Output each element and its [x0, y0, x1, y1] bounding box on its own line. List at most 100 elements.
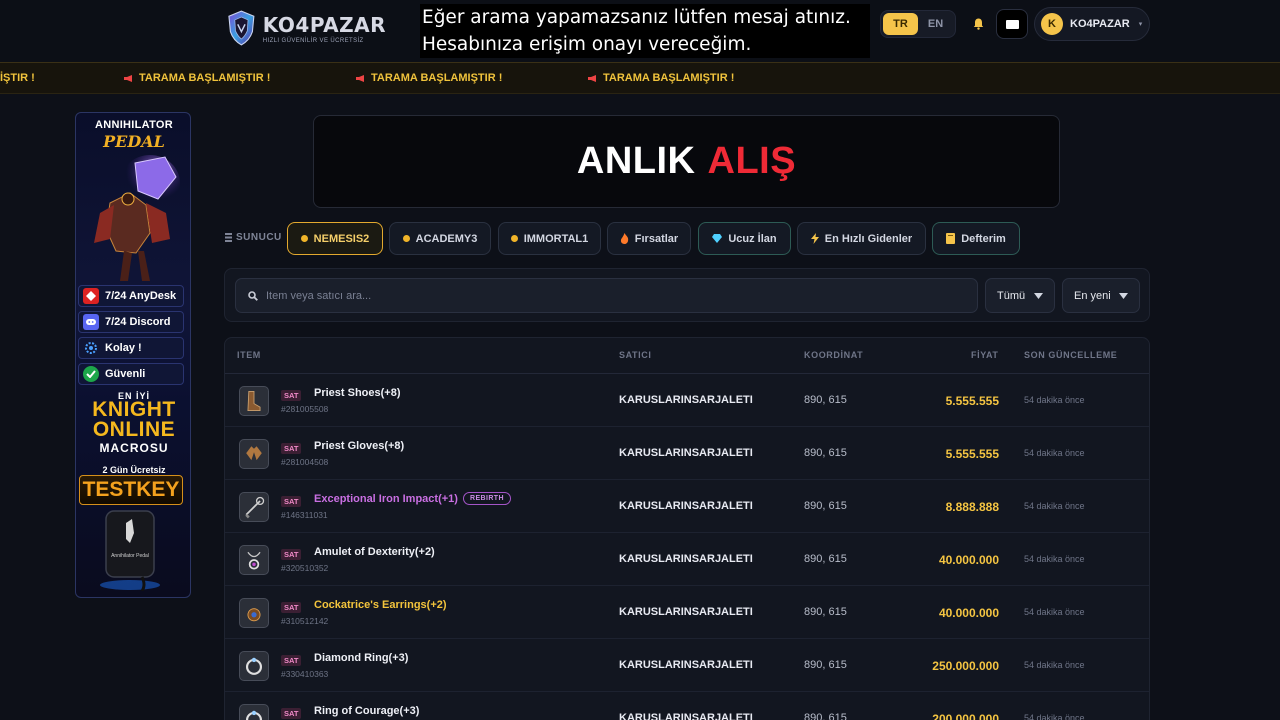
lang-en-button[interactable]: EN [918, 13, 953, 35]
coordinates: 890, 615 [804, 394, 847, 406]
discord-icon [83, 314, 99, 330]
tab-ucuz-ilan[interactable]: Ucuz İlan [698, 222, 791, 255]
filter-panel: Tümü En yeni [224, 268, 1150, 322]
check-icon [83, 366, 99, 382]
item-name[interactable]: Ring of Courage(+3) [314, 705, 419, 717]
item-id: #330410363 [281, 669, 329, 679]
coordinates: 890, 615 [804, 606, 847, 618]
rebirth-tag: REBIRTH [463, 492, 511, 505]
sort-select[interactable]: En yeni [1062, 278, 1140, 313]
seller-name[interactable]: KARUSLARINSARJALETI [619, 447, 753, 459]
hero-banner: ANLIK ALIŞ [313, 115, 1060, 208]
table-row[interactable]: SAT Priest Gloves(+8) #281004508 KARUSLARIN… [225, 427, 1149, 480]
sell-badge: SAT [281, 655, 302, 666]
table-row[interactable]: SAT Diamond Ring(+3) #330410363 KARUSLARINS… [225, 639, 1149, 692]
ticker-item: TARAMA BAŞLAMIŞTIR ! [356, 72, 502, 84]
item-name[interactable]: Diamond Ring(+3) [314, 652, 408, 664]
item-name[interactable]: Cockatrice's Earrings(+2) [314, 599, 447, 611]
seller-name[interactable]: KARUSLARINSARJALETI [619, 553, 753, 565]
side-advertisement[interactable]: ANNIHILATOR PEDAL 7/24 AnyDesk 7/24 Disc… [75, 112, 191, 598]
avatar: K [1041, 13, 1063, 35]
notice-line-2: Hesabınıza erişim onayı vereceğim. [422, 34, 752, 55]
item-name[interactable]: Priest Shoes(+8) [314, 387, 401, 399]
ad-macro: MACROSU [99, 441, 169, 455]
top-header: KO4PAZAR HIZLI GÜVENİLİR VE ÜCRETSİZ Eğe… [0, 0, 1280, 62]
bell-icon[interactable] [968, 14, 988, 34]
seller-name[interactable]: KARUSLARINSARJALETI [619, 394, 753, 406]
ad-warrior-art-icon [94, 155, 180, 281]
notice-line-1: Eğer arama yapamazsanız lütfen mesaj atı… [422, 7, 851, 28]
tab-server-academy3[interactable]: ACADEMY3 [389, 222, 491, 255]
col-coord[interactable]: KOORDİNAT [804, 350, 863, 360]
ad-testkey: TESTKEY [79, 475, 183, 505]
seller-name[interactable]: KARUSLARINSARJALETI [619, 606, 753, 618]
price: 250.000.000 [932, 659, 999, 673]
table-row[interactable]: SAT Cockatrice's Earrings(+2) #310512142 KA… [225, 586, 1149, 639]
item-id: #320510352 [281, 563, 329, 573]
ring-icon [239, 704, 269, 720]
search-input[interactable] [266, 289, 946, 302]
seller-name[interactable]: KARUSLARINSARJALETI [619, 500, 753, 512]
notebook-icon [946, 233, 956, 244]
user-name: KO4PAZAR [1070, 18, 1130, 30]
server-label: SUNUCU [225, 232, 282, 243]
mail-icon[interactable] [996, 9, 1028, 39]
item-name[interactable]: Amulet of Dexterity(+2) [314, 546, 435, 558]
tab-server-nemesis2[interactable]: NEMESIS2 [287, 222, 383, 255]
site-logo[interactable]: KO4PAZAR HIZLI GÜVENİLİR VE ÜCRETSİZ [226, 2, 386, 54]
pedal-device-icon: Annihilator Pedal [100, 510, 160, 591]
shoes-icon [239, 386, 269, 416]
last-updated: 54 dakika önce [1024, 607, 1085, 617]
last-updated: 54 dakika önce [1024, 554, 1085, 564]
tab-server-immortal1[interactable]: IMMORTAL1 [498, 222, 601, 255]
ad-title: ANNIHILATOR [94, 119, 174, 131]
type-select-value: Tümü [997, 289, 1026, 302]
lang-tr-button[interactable]: TR [883, 13, 918, 35]
server-icon [225, 233, 232, 242]
tab-defterim[interactable]: Defterim [932, 222, 1020, 255]
sell-badge: SAT [281, 549, 302, 560]
search-box[interactable] [235, 278, 978, 313]
col-item[interactable]: ITEM [237, 350, 261, 360]
col-updated[interactable]: SON GÜNCELLEME [1024, 350, 1117, 360]
gear-icon [83, 340, 99, 356]
item-name[interactable]: Priest Gloves(+8) [314, 440, 404, 452]
notice-overlay: Eğer arama yapamazsanız lütfen mesaj atı… [420, 4, 870, 58]
lightning-icon [810, 233, 819, 244]
item-name[interactable]: Exceptional Iron Impact(+1) [314, 493, 458, 505]
coordinates: 890, 615 [804, 553, 847, 565]
item-id: #281005508 [281, 404, 329, 414]
ad-badge-discord: 7/24 Discord [78, 311, 184, 333]
logo-subtitle: HIZLI GÜVENİLİR VE ÜCRETSİZ [262, 37, 364, 44]
listings-table: ITEM SATICI KOORDİNAT FİYAT SON GÜNCELLE… [224, 337, 1150, 720]
status-dot-icon [402, 235, 410, 242]
type-select[interactable]: Tümü [985, 278, 1055, 313]
last-updated: 54 dakika önce [1024, 660, 1085, 670]
gloves-icon [239, 439, 269, 469]
tab-en-hizli-gidenler[interactable]: En Hızlı Gidenler [797, 222, 926, 255]
user-menu[interactable]: K KO4PAZAR ▾ [1034, 7, 1150, 41]
col-price[interactable]: FİYAT [971, 350, 999, 360]
diamond-icon [712, 234, 723, 243]
sell-badge: SAT [281, 390, 302, 401]
coordinates: 890, 615 [804, 659, 847, 671]
item-id: #281004508 [281, 457, 329, 467]
tab-firsatlar[interactable]: Fırsatlar [607, 222, 691, 255]
table-row[interactable]: SAT Amulet of Dexterity(+2) #320510352 KARU… [225, 533, 1149, 586]
sell-badge: SAT [281, 496, 302, 507]
table-header: ITEM SATICI KOORDİNAT FİYAT SON GÜNCELLE… [225, 338, 1149, 374]
megaphone-icon [356, 74, 364, 82]
seller-name[interactable]: KARUSLARINSARJALETI [619, 659, 753, 671]
megaphone-icon [588, 74, 596, 82]
chevron-down-icon [1119, 292, 1128, 299]
seller-name[interactable]: KARUSLARINSARJALETI [619, 712, 753, 720]
col-seller[interactable]: SATICI [619, 350, 651, 360]
ad-badge-anydesk: 7/24 AnyDesk [78, 285, 184, 307]
item-id: #146311031 [281, 510, 328, 520]
table-row[interactable]: SAT Exceptional Iron Impact(+1) #146311031… [225, 480, 1149, 533]
table-row[interactable]: SAT Ring of Courage(+3) KARUSLARINSARJALET… [225, 692, 1149, 720]
status-dot-icon [510, 235, 518, 242]
megaphone-icon [124, 74, 132, 82]
table-row[interactable]: SAT Priest Shoes(+8) #281005508 KARUSLARINS… [225, 374, 1149, 427]
last-updated: 54 dakika önce [1024, 713, 1085, 720]
